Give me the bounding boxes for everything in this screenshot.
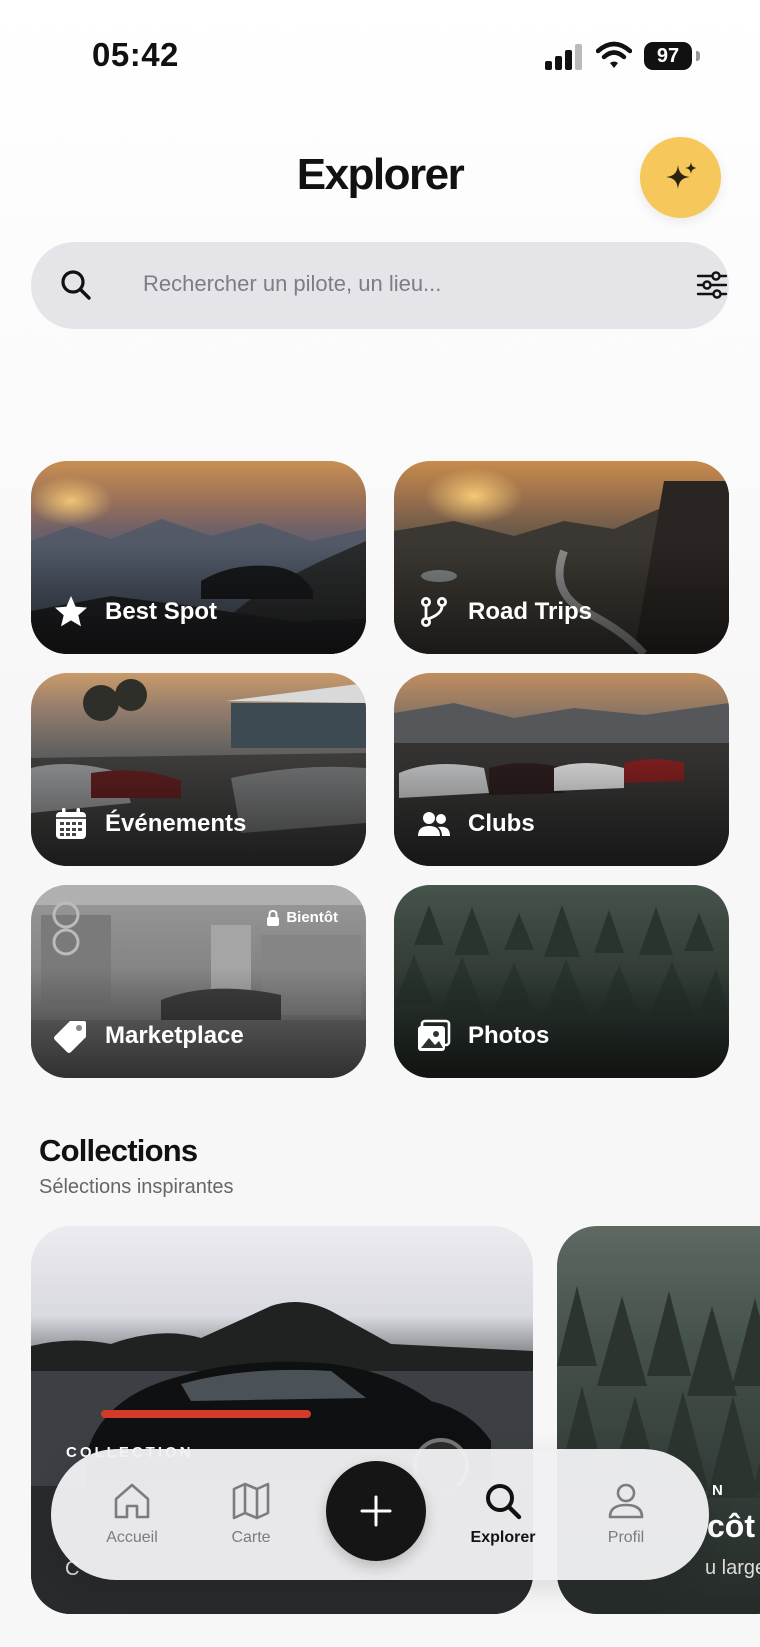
search-icon (486, 1484, 522, 1520)
plus-icon (360, 1495, 392, 1527)
category-tile-marketplace[interactable]: Bientôt Marketplace (31, 885, 366, 1078)
cellular-signal-icon (545, 44, 582, 70)
calendar-icon (56, 808, 86, 839)
coming-soon-badge: Bientôt (266, 909, 338, 926)
tab-profil[interactable]: Profil (571, 1479, 681, 1547)
tab-explorer[interactable]: Explorer (448, 1479, 558, 1547)
section-subtitle: Sélections inspirantes (39, 1176, 234, 1198)
search-icon (61, 270, 91, 300)
ai-sparkles-button[interactable] (640, 137, 721, 218)
tab-label: Explorer (470, 1529, 536, 1546)
category-label: Clubs (468, 810, 535, 837)
category-label: Photos (468, 1022, 550, 1049)
category-label: Événements (105, 810, 247, 837)
category-label: Marketplace (105, 1022, 244, 1049)
tab-label: Profil (607, 1529, 645, 1546)
route-icon (421, 597, 447, 627)
search-bar[interactable]: Rechercher un pilote, un lieu... (31, 242, 729, 329)
search-input[interactable]: Rechercher un pilote, un lieu... (143, 271, 441, 297)
people-icon (418, 812, 450, 836)
collection-subtitle: u large (705, 1557, 760, 1579)
coming-soon-label: Bientôt (286, 909, 338, 926)
collection-kicker: N (712, 1482, 726, 1499)
map-icon (232, 1482, 270, 1520)
battery-nub (696, 51, 700, 61)
category-label: Best Spot (105, 598, 218, 625)
status-bar: 05:42 97 (0, 0, 760, 110)
profile-icon (608, 1483, 644, 1519)
category-label: Road Trips (468, 598, 593, 625)
category-tile-clubs[interactable]: Clubs (394, 673, 729, 866)
tab-accueil[interactable]: Accueil (77, 1479, 187, 1547)
tab-label: Carte (231, 1529, 271, 1546)
category-tile-evenements[interactable]: Événements (31, 673, 366, 866)
photos-icon (418, 1019, 451, 1051)
section-title: Collections (39, 1133, 198, 1168)
category-tile-photos[interactable]: Photos (394, 885, 729, 1078)
status-time: 05:42 (92, 36, 179, 73)
home-icon (114, 1483, 150, 1519)
battery-indicator: 97 (644, 42, 700, 70)
create-post-button[interactable] (326, 1461, 426, 1561)
wifi-icon (596, 41, 632, 68)
category-tile-road-trips[interactable]: Road Trips (394, 461, 729, 654)
lock-icon (267, 909, 280, 926)
tag-icon (54, 1021, 86, 1053)
bottom-tab-bar: Accueil Carte Explorer Profil (51, 1449, 709, 1580)
sparkles-icon (665, 161, 697, 189)
star-icon (55, 596, 87, 627)
tab-label: Accueil (106, 1529, 158, 1546)
category-tile-best-spot[interactable]: Best Spot (31, 461, 366, 654)
collection-title: côt (707, 1508, 755, 1544)
filter-sliders-icon[interactable] (695, 268, 729, 302)
tab-carte[interactable]: Carte (196, 1479, 306, 1547)
battery-level: 97 (644, 42, 692, 70)
